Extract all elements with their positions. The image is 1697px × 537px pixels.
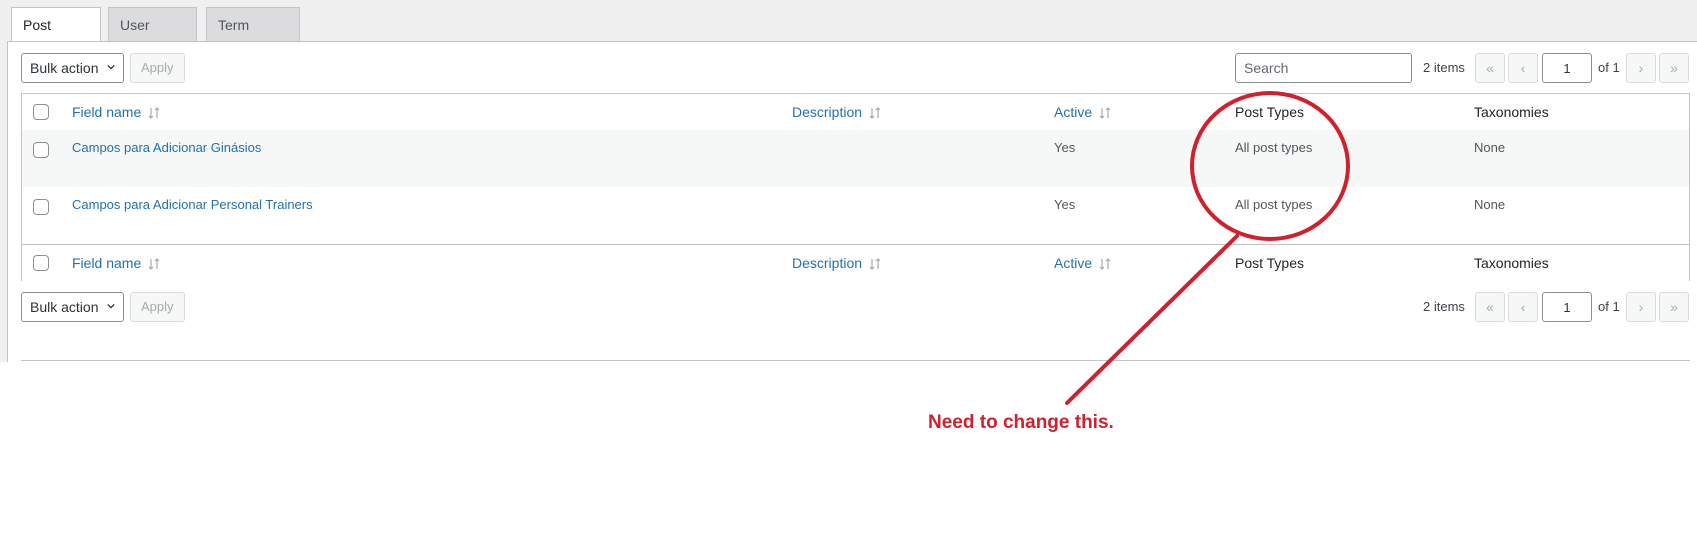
annotation-pointer-line [1065, 234, 1239, 405]
annotation-circle [1190, 91, 1350, 241]
annotation-note: Need to change this. [928, 412, 1114, 433]
annotation-overlay [1065, 91, 1350, 405]
